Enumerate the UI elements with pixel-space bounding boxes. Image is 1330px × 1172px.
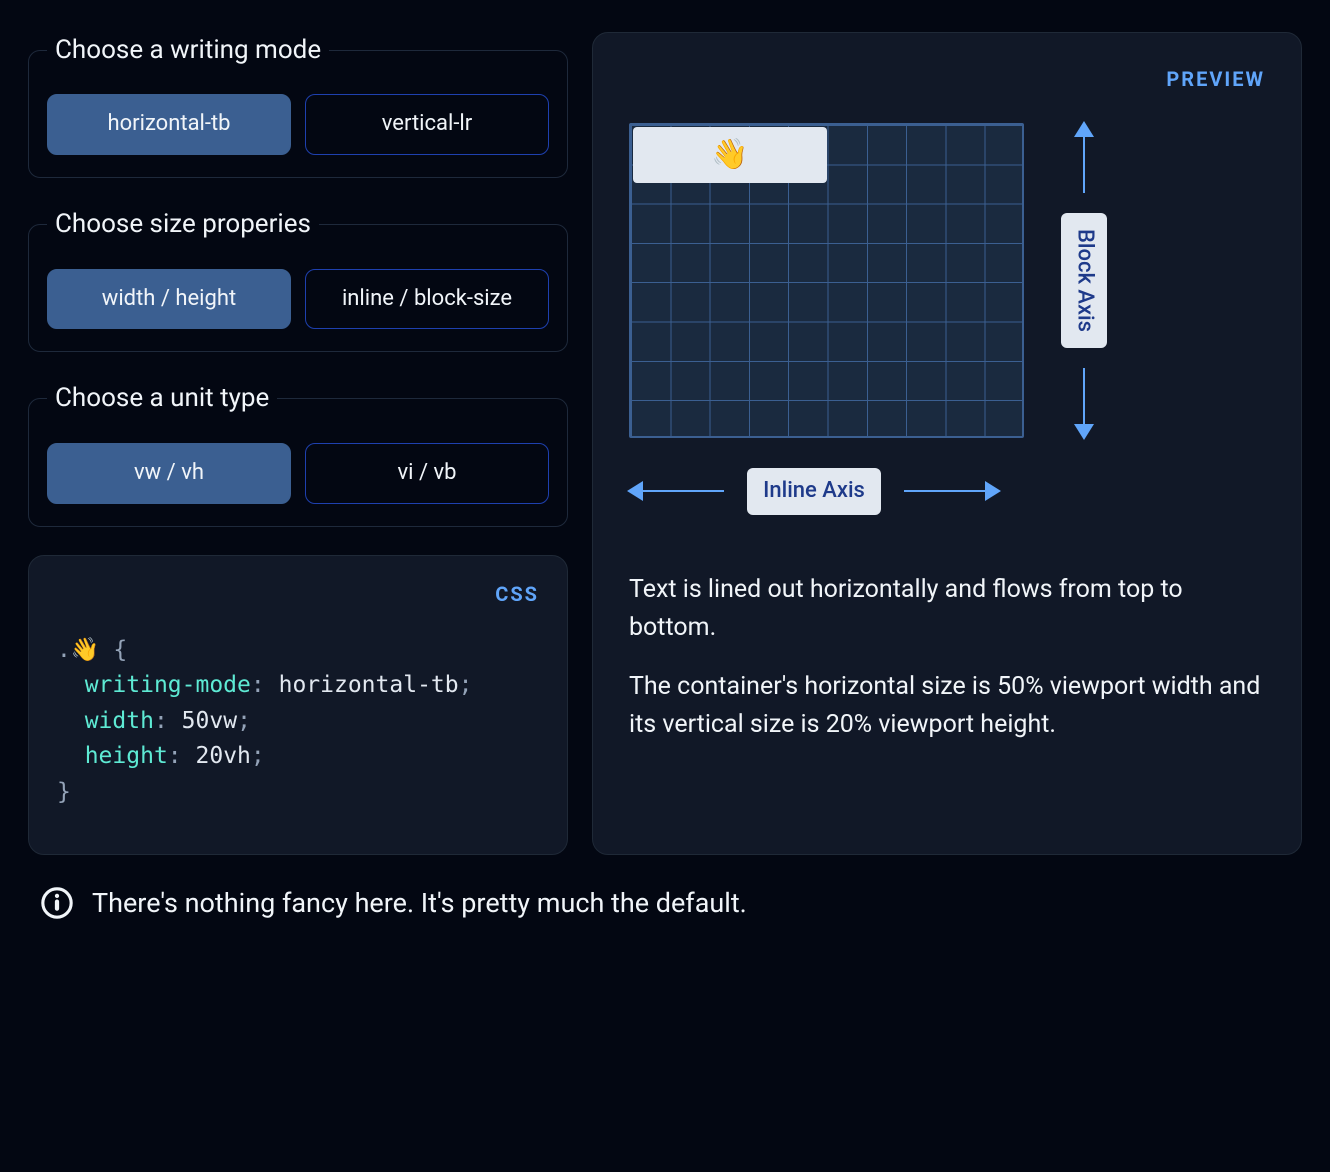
preview-stage: 👋 Inline Axis Block Axis xyxy=(629,123,1265,543)
size-props-option-inline-block[interactable]: inline / block-size xyxy=(305,269,549,330)
css-code-panel: CSS .👋 { writing-mode: horizontal-tb; wi… xyxy=(28,555,568,855)
writing-mode-option-horizontal-tb[interactable]: horizontal-tb xyxy=(47,94,291,155)
preview-explanation: Text is lined out horizontally and flows… xyxy=(629,571,1265,743)
unit-type-legend: Choose a unit type xyxy=(47,380,277,416)
preview-explanation-line: The container's horizontal size is 50% v… xyxy=(629,668,1265,743)
preview-panel-tag: PREVIEW xyxy=(1166,65,1265,93)
writing-mode-group: Choose a writing mode horizontal-tb vert… xyxy=(28,32,568,178)
inline-axis-label: Inline Axis xyxy=(747,468,881,515)
preview-explanation-line: Text is lined out horizontally and flows… xyxy=(629,571,1265,646)
writing-mode-option-vertical-lr[interactable]: vertical-lr xyxy=(305,94,549,155)
unit-type-option-vw-vh[interactable]: vw / vh xyxy=(47,443,291,504)
size-props-group: Choose size properies width / height inl… xyxy=(28,206,568,352)
unit-type-group: Choose a unit type vw / vh vi / vb xyxy=(28,380,568,526)
css-code-block: .👋 { writing-mode: horizontal-tb; width:… xyxy=(57,632,539,811)
preview-panel: PREVIEW 👋 Inline Axis Block Axis Text is… xyxy=(592,32,1302,855)
preview-grid: 👋 xyxy=(629,123,1024,438)
size-props-legend: Choose size properies xyxy=(47,206,319,242)
inline-axis-indicator: Inline Axis xyxy=(629,468,999,515)
wave-icon: 👋 xyxy=(711,134,748,176)
block-axis-label: Block Axis xyxy=(1061,213,1108,348)
css-panel-tag: CSS xyxy=(495,580,539,608)
size-props-option-width-height[interactable]: width / height xyxy=(47,269,291,330)
unit-type-option-vi-vb[interactable]: vi / vb xyxy=(305,443,549,504)
block-axis-indicator: Block Axis xyxy=(1049,123,1119,438)
footer-note-text: There's nothing fancy here. It's pretty … xyxy=(92,885,747,923)
writing-mode-legend: Choose a writing mode xyxy=(47,32,329,68)
info-icon xyxy=(40,886,74,920)
footer-note: There's nothing fancy here. It's pretty … xyxy=(0,855,1330,953)
preview-wave-chip: 👋 xyxy=(633,127,827,183)
